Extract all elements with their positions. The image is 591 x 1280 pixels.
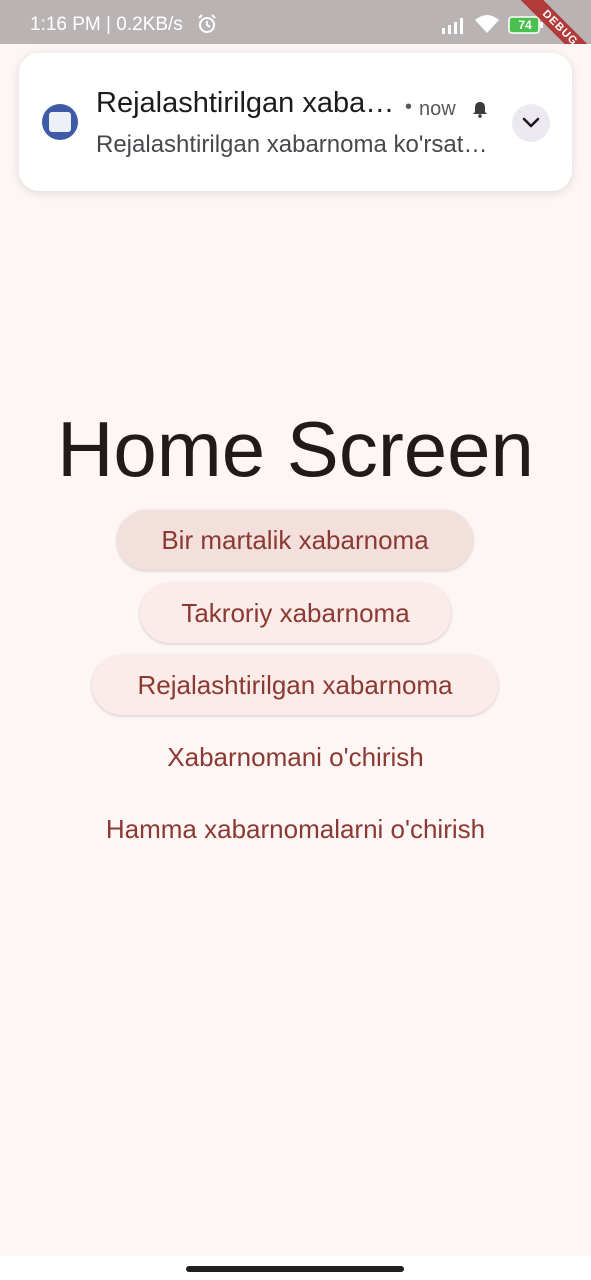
repeating-notification-button[interactable]: Takroriy xabarnoma bbox=[140, 583, 451, 643]
wifi-icon bbox=[475, 15, 499, 33]
notification-separator: • bbox=[405, 96, 413, 118]
alarm-icon bbox=[198, 14, 216, 33]
expand-button[interactable] bbox=[512, 104, 550, 142]
scheduled-notification-button[interactable]: Rejalashtirilgan xabarnoma bbox=[92, 655, 498, 715]
notification-title: Rejalashtirilgan xabarnoma bbox=[96, 87, 396, 119]
notification-card[interactable]: Rejalashtirilgan xabarnoma • now Rejalas… bbox=[19, 53, 572, 191]
page-title: Home Screen bbox=[57, 405, 534, 493]
cancel-all-notifications-button[interactable]: Hamma xabarnomalarni o'chirish bbox=[68, 799, 523, 859]
bell-icon bbox=[473, 102, 487, 118]
home-indicator[interactable] bbox=[186, 1266, 404, 1272]
one-time-notification-button[interactable]: Bir martalik xabarnoma bbox=[117, 510, 473, 570]
battery-level: 74 bbox=[518, 18, 532, 32]
signal-icon bbox=[442, 18, 463, 34]
app-icon bbox=[42, 104, 78, 140]
status-time: 1:16 PM | 0.2KB/s bbox=[30, 14, 183, 35]
chevron-down-icon bbox=[522, 117, 540, 128]
status-bar: 1:16 PM | 0.2KB/s 74 DEBUG bbox=[0, 0, 591, 44]
cancel-notification-button[interactable]: Xabarnomani o'chirish bbox=[125, 727, 466, 787]
notification-time: now bbox=[419, 98, 456, 120]
notification-body: Rejalashtirilgan xabarnoma ko'rsatildi bbox=[96, 131, 492, 158]
